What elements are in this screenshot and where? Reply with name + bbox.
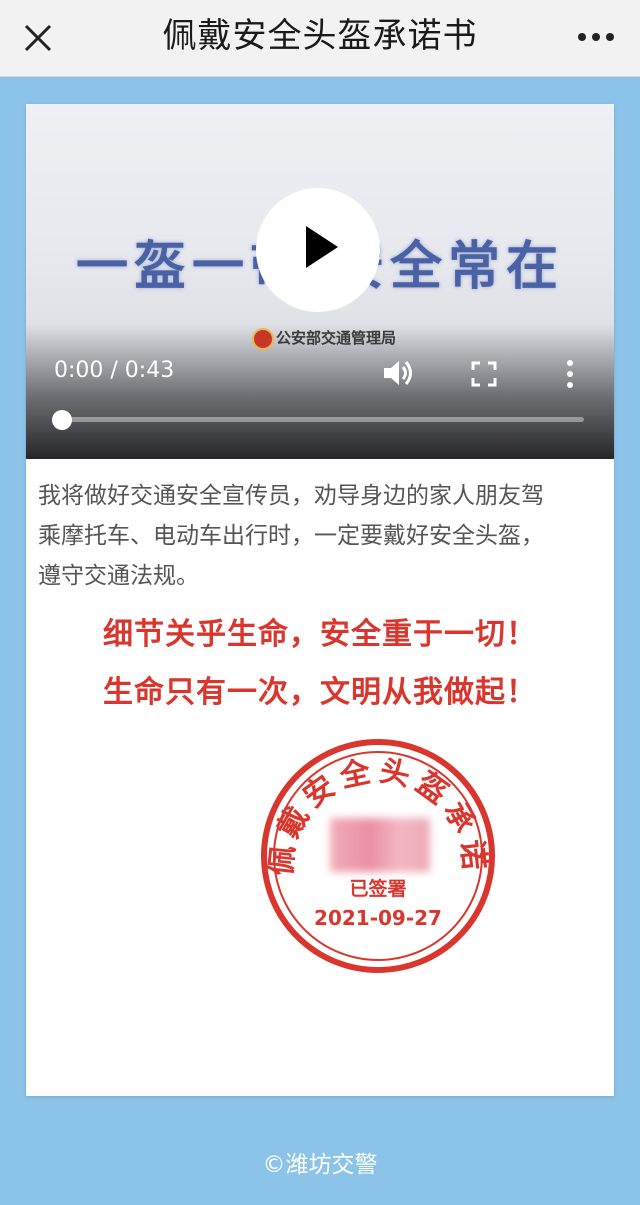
nav-bar: 佩戴安全头盔承诺书 xyxy=(0,0,640,77)
pledge-line: 遵守交通法规。 xyxy=(38,563,199,589)
seal-date: 2021-09-27 xyxy=(314,906,442,930)
more-options-button[interactable] xyxy=(574,22,618,52)
volume-button[interactable] xyxy=(382,358,416,388)
footer-copyright: ©潍坊交警 xyxy=(262,1152,378,1178)
signature-seal: 佩戴安全头盔承诺 已签署 2021-09-27 xyxy=(258,736,498,976)
fullscreen-button[interactable] xyxy=(470,360,498,388)
video-progress-bar[interactable] xyxy=(52,410,584,430)
police-emblem-icon xyxy=(252,328,274,350)
video-more-button[interactable] xyxy=(558,358,582,390)
pledge-paragraph: 我将做好交通安全宣传员，劝导身边的家人朋友驾 乘摩托车、电动车出行时，一定要戴好… xyxy=(38,476,598,596)
play-button[interactable] xyxy=(256,188,380,312)
page-title: 佩戴安全头盔承诺书 xyxy=(162,16,478,56)
video-org-label: 公安部交通管理局 xyxy=(276,329,397,347)
video-time: 0:00 / 0:43 xyxy=(54,358,175,383)
volume-icon xyxy=(384,361,412,385)
pledge-line: 乘摩托车、电动车出行时，一定要戴好安全头盔， xyxy=(38,523,544,549)
content-card: 一盔一带 安全常在 公安部交通管理局 0:00 / 0:43 我将做好交通安全宣… xyxy=(26,104,614,1096)
safety-slogan-1: 细节关乎生命，安全重于一切！ xyxy=(103,617,537,652)
more-horizontal-icon xyxy=(578,33,614,41)
play-icon xyxy=(306,226,338,268)
video-player[interactable]: 一盔一带 安全常在 公安部交通管理局 0:00 / 0:43 xyxy=(26,104,614,459)
seal-signed-label: 已签署 xyxy=(349,878,407,900)
safety-slogan-2: 生命只有一次，文明从我做起！ xyxy=(103,675,537,710)
video-progress-knob[interactable] xyxy=(52,410,72,430)
fullscreen-icon xyxy=(471,361,497,387)
redacted-name xyxy=(330,818,430,872)
pledge-line: 我将做好交通安全宣传员，劝导身边的家人朋友驾 xyxy=(38,483,544,509)
more-vertical-icon xyxy=(567,360,573,388)
